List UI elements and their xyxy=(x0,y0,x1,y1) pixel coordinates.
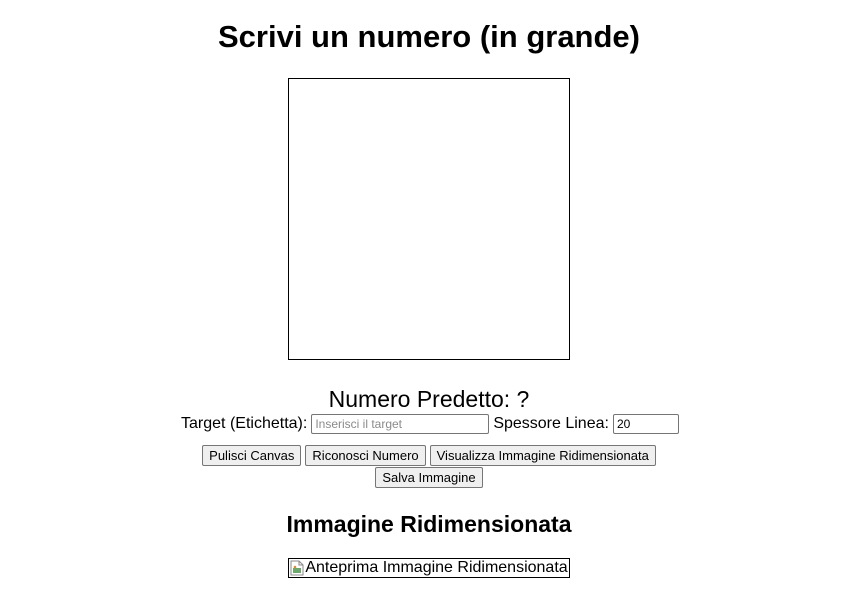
predicted-number-label: Numero Predetto: ? xyxy=(328,386,530,412)
preview-container: Anteprima Immagine Ridimensionata xyxy=(0,558,858,578)
resized-image-preview: Anteprima Immagine Ridimensionata xyxy=(288,558,570,578)
broken-image-icon xyxy=(290,560,304,576)
thickness-input[interactable] xyxy=(612,414,679,434)
target-input[interactable] xyxy=(311,414,490,434)
show-resized-image-button[interactable]: Visualizza Immagine Ridimensionata xyxy=(429,445,656,466)
page-title: Scrivi un numero (in grande) xyxy=(218,19,640,54)
recognize-number-button[interactable]: Riconosci Numero xyxy=(305,445,426,466)
clear-canvas-button[interactable]: Pulisci Canvas xyxy=(202,445,302,466)
save-image-button[interactable]: Salva Immagine xyxy=(375,467,483,488)
buttons-row-2: Salva Immagine xyxy=(0,467,858,488)
resized-image-alt-text: Anteprima Immagine Ridimensionata xyxy=(305,559,568,576)
target-label: Target (Etichetta): xyxy=(181,415,308,432)
buttons-row: Pulisci Canvas Riconosci Numero Visualiz… xyxy=(0,445,858,466)
thickness-label: Spessore Linea: xyxy=(493,415,609,432)
drawing-canvas[interactable] xyxy=(288,78,570,360)
controls-row: Target (Etichetta): Spessore Linea: xyxy=(0,412,858,436)
canvas-container xyxy=(0,78,858,360)
resized-image-title: Immagine Ridimensionata xyxy=(286,511,572,537)
page: Scrivi un numero (in grande) Numero Pred… xyxy=(0,0,858,578)
